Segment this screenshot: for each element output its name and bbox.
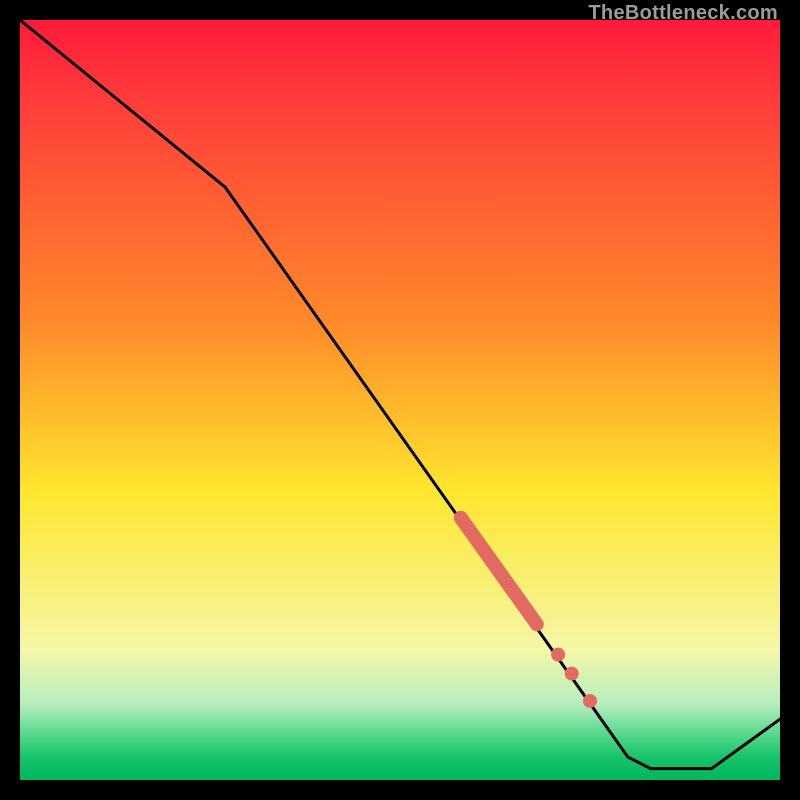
chart-svg [20,20,780,780]
chart-plot-area [20,20,780,780]
chart-background [20,20,780,780]
highlight-dot [583,694,597,708]
watermark-text: TheBottleneck.com [588,2,778,25]
highlight-dot [551,648,565,662]
highlight-dot [565,667,579,681]
chart-frame: TheBottleneck.com [0,0,800,800]
